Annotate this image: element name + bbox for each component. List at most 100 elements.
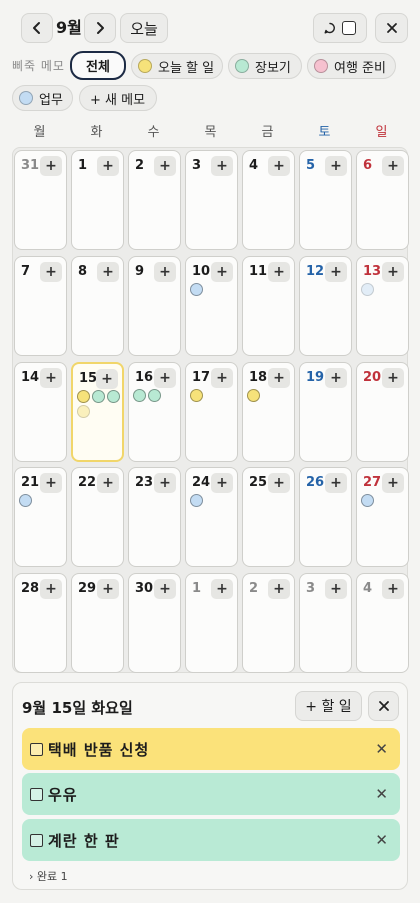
add-memo-button[interactable]: + [268, 262, 290, 282]
day-cell[interactable]: 29 + [71, 573, 124, 673]
add-memo-button[interactable]: + [211, 473, 233, 493]
memo-dot[interactable] [190, 389, 203, 402]
day-cell[interactable]: 2 + [128, 150, 181, 250]
add-memo-button[interactable]: + [325, 262, 347, 282]
day-cell[interactable]: 11 + [242, 256, 295, 356]
day-cell[interactable]: 30 + [128, 573, 181, 673]
filter-chip-all[interactable]: 전체 [70, 51, 126, 80]
add-memo-button[interactable]: + [97, 579, 119, 599]
filter-chip[interactable]: 업무 [12, 85, 73, 111]
add-memo-button[interactable]: + [154, 368, 176, 388]
task-checkbox[interactable] [30, 742, 43, 756]
day-cell[interactable]: 4 + [242, 150, 295, 250]
add-memo-button[interactable]: + [40, 156, 62, 176]
add-memo-button[interactable]: + [96, 369, 118, 389]
day-cell[interactable]: 16 + [128, 362, 181, 462]
add-memo-button[interactable]: + [268, 368, 290, 388]
day-cell[interactable]: 3 + [185, 150, 238, 250]
add-memo-button[interactable]: + [40, 262, 62, 282]
day-cell[interactable]: 20 + [356, 362, 409, 462]
add-memo-button[interactable]: + [154, 473, 176, 493]
day-cell[interactable]: 23 + [128, 467, 181, 567]
day-cell[interactable]: 15 + [71, 362, 124, 462]
memo-dot[interactable] [190, 283, 203, 296]
memo-dot[interactable] [92, 390, 105, 403]
day-cell[interactable]: 1 + [71, 150, 124, 250]
day-cell[interactable]: 1 + [185, 573, 238, 673]
memo-dot[interactable] [361, 283, 374, 296]
add-memo-button[interactable]: + [97, 156, 119, 176]
delete-task-icon[interactable]: ✕ [375, 785, 388, 803]
add-memo-button[interactable]: + [97, 262, 119, 282]
add-memo-button[interactable]: + [382, 156, 404, 176]
add-memo-button[interactable]: + [382, 368, 404, 388]
task-checkbox[interactable] [30, 833, 43, 847]
day-cell[interactable]: 12 + [299, 256, 352, 356]
day-cell[interactable]: 7 + [14, 256, 67, 356]
delete-task-icon[interactable]: ✕ [375, 740, 388, 758]
memo-dot[interactable] [361, 494, 374, 507]
new-memo-button[interactable]: + 새 메모 [79, 85, 157, 111]
add-memo-button[interactable]: + [154, 579, 176, 599]
day-cell[interactable]: 8 + [71, 256, 124, 356]
add-memo-button[interactable]: + [211, 156, 233, 176]
add-memo-button[interactable]: + [268, 579, 290, 599]
add-memo-button[interactable]: + [382, 262, 404, 282]
day-cell[interactable]: 18 + [242, 362, 295, 462]
add-memo-button[interactable]: + [325, 473, 347, 493]
delete-task-icon[interactable]: ✕ [375, 831, 388, 849]
day-cell[interactable]: 21 + [14, 467, 67, 567]
add-memo-button[interactable]: + [154, 156, 176, 176]
memo-dot[interactable] [107, 390, 120, 403]
add-memo-button[interactable]: + [154, 262, 176, 282]
memo-dot[interactable] [77, 405, 90, 418]
add-memo-button[interactable]: + [325, 368, 347, 388]
add-memo-button[interactable]: + [40, 368, 62, 388]
day-cell[interactable]: 14 + [14, 362, 67, 462]
memo-dot[interactable] [247, 389, 260, 402]
day-cell[interactable]: 31 + [14, 150, 67, 250]
add-memo-button[interactable]: + [40, 579, 62, 599]
filter-chip[interactable]: 오늘 할 일 [131, 53, 223, 79]
day-cell[interactable]: 17 + [185, 362, 238, 462]
add-memo-button[interactable]: + [325, 579, 347, 599]
add-memo-button[interactable]: + [382, 473, 404, 493]
day-cell[interactable]: 19 + [299, 362, 352, 462]
today-button[interactable]: 오늘 [120, 13, 168, 43]
day-cell[interactable]: 6 + [356, 150, 409, 250]
day-cell[interactable]: 5 + [299, 150, 352, 250]
sticky-toggle-button[interactable] [313, 13, 367, 43]
day-cell[interactable]: 24 + [185, 467, 238, 567]
day-cell[interactable]: 3 + [299, 573, 352, 673]
add-task-button[interactable]: + 할 일 [295, 691, 362, 721]
day-cell[interactable]: 28 + [14, 573, 67, 673]
task-checkbox[interactable] [30, 787, 43, 801]
add-memo-button[interactable]: + [211, 368, 233, 388]
add-memo-button[interactable]: + [40, 473, 62, 493]
memo-dot[interactable] [19, 494, 32, 507]
day-cell[interactable]: 2 + [242, 573, 295, 673]
filter-chip[interactable]: 여행 준비 [307, 53, 396, 79]
memo-dot[interactable] [133, 389, 146, 402]
close-panel-button[interactable] [368, 691, 399, 721]
completed-toggle[interactable]: › 완료 1 [29, 868, 68, 884]
add-memo-button[interactable]: + [268, 473, 290, 493]
prev-month-button[interactable] [21, 13, 53, 43]
add-memo-button[interactable]: + [382, 579, 404, 599]
day-cell[interactable]: 27 + [356, 467, 409, 567]
memo-dot[interactable] [77, 390, 90, 403]
day-cell[interactable]: 13 + [356, 256, 409, 356]
memo-dot[interactable] [190, 494, 203, 507]
add-memo-button[interactable]: + [97, 473, 119, 493]
close-button[interactable] [375, 13, 408, 43]
next-month-button[interactable] [84, 13, 116, 43]
day-cell[interactable]: 26 + [299, 467, 352, 567]
add-memo-button[interactable]: + [325, 156, 347, 176]
day-cell[interactable]: 22 + [71, 467, 124, 567]
day-cell[interactable]: 25 + [242, 467, 295, 567]
filter-chip[interactable]: 장보기 [228, 53, 302, 79]
add-memo-button[interactable]: + [211, 262, 233, 282]
memo-dot[interactable] [148, 389, 161, 402]
day-cell[interactable]: 4 + [356, 573, 409, 673]
add-memo-button[interactable]: + [268, 156, 290, 176]
